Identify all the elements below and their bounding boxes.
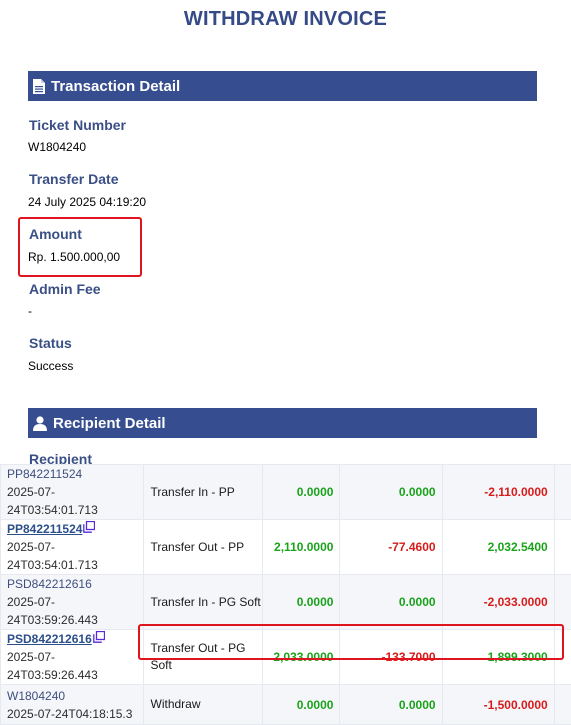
transaction-time: 2025-07-24T03:59:26.443 [7, 593, 143, 629]
transaction-type: Transfer In - PP [143, 465, 263, 520]
amount-label: Amount [29, 226, 82, 242]
amount-col3: 2,032.5400 [442, 520, 554, 575]
amount-col3: -2,110.0000 [442, 465, 554, 520]
amount-col1: 0.0000 [263, 575, 340, 630]
withdraw-row-highlight [138, 624, 564, 660]
amount-col3: -2,033.0000 [442, 575, 554, 630]
transaction-type: Transfer In - PG Soft [143, 575, 263, 630]
amount-col2: 0.0000 [340, 575, 442, 630]
recipient-label: Recipient [29, 451, 92, 464]
transaction-type: Withdraw [143, 685, 263, 725]
transaction-id-cell: W1804240 2025-07-24T04:18:15.3 [1, 685, 144, 725]
transaction-time: 2025-07-24T03:59:26.443 [7, 648, 143, 684]
table-row: PP842211524 2025-07-24T03:54:01.713 Tran… [1, 465, 571, 520]
amount-value: Rp. 1.500.000,00 [28, 250, 120, 264]
recipient-detail-header: Recipient Detail [28, 408, 537, 438]
transaction-id: PSD842212616 [7, 575, 143, 593]
admin-fee-value: - [28, 304, 32, 318]
recipient-detail-title: Recipient Detail [53, 415, 166, 432]
transaction-table: PP842211524 2025-07-24T03:54:01.713 Tran… [0, 464, 571, 725]
table-cell-empty [554, 685, 571, 725]
transaction-id-link[interactable]: PSD842212616 [7, 632, 92, 646]
transfer-date-value: 24 July 2025 04:19:20 [28, 195, 146, 209]
transaction-detail-title: Transaction Detail [51, 78, 180, 95]
document-icon [33, 79, 45, 94]
table-row: PSD842212616 2025-07-24T03:59:26.443 Tra… [1, 575, 571, 630]
transaction-time: 2025-07-24T03:54:01.713 [7, 538, 143, 574]
table-row: PP842211524 2025-07-24T03:54:01.713 Tran… [1, 520, 571, 575]
status-value: Success [28, 359, 73, 373]
transaction-type: Transfer Out - PP [143, 520, 263, 575]
admin-fee-label: Admin Fee [29, 281, 101, 297]
amount-col1: 0.0000 [263, 465, 340, 520]
amount-col3: -1,500.0000 [442, 685, 554, 725]
transfer-date-label: Transfer Date [29, 171, 118, 187]
transaction-id-link[interactable]: PP842211524 [7, 522, 82, 536]
transaction-id-cell: PSD842212616 2025-07-24T03:59:26.443 [1, 630, 144, 685]
user-icon [33, 416, 47, 431]
transaction-id-cell: PSD842212616 2025-07-24T03:59:26.443 [1, 575, 144, 630]
copy-icon[interactable] [83, 521, 95, 533]
table-cell-empty [554, 520, 571, 575]
table-cell-empty [554, 465, 571, 520]
transaction-detail-header: Transaction Detail [28, 71, 537, 101]
amount-col1: 2,110.0000 [263, 520, 340, 575]
transaction-time: 2025-07-24T03:54:01.713 [7, 483, 143, 519]
ticket-number-value: W1804240 [28, 140, 86, 154]
amount-col2: -77.4600 [340, 520, 442, 575]
ticket-number-label: Ticket Number [29, 117, 126, 133]
page-title: WITHDRAW INVOICE [0, 8, 571, 31]
transaction-time: 2025-07-24T04:18:15.3 [7, 705, 143, 723]
status-label: Status [29, 335, 72, 351]
amount-col2: 0.0000 [340, 685, 442, 725]
table-cell-empty [554, 575, 571, 630]
amount-col1: 0.0000 [263, 685, 340, 725]
amount-col2: 0.0000 [340, 465, 442, 520]
transaction-id-cell: PP842211524 2025-07-24T03:54:01.713 [1, 520, 144, 575]
transaction-id: W1804240 [7, 687, 143, 705]
transaction-id-cell: PP842211524 2025-07-24T03:54:01.713 [1, 465, 144, 520]
table-row: W1804240 2025-07-24T04:18:15.3 Withdraw … [1, 685, 571, 725]
copy-icon[interactable] [93, 631, 105, 643]
transaction-id: PP842211524 [7, 465, 143, 483]
